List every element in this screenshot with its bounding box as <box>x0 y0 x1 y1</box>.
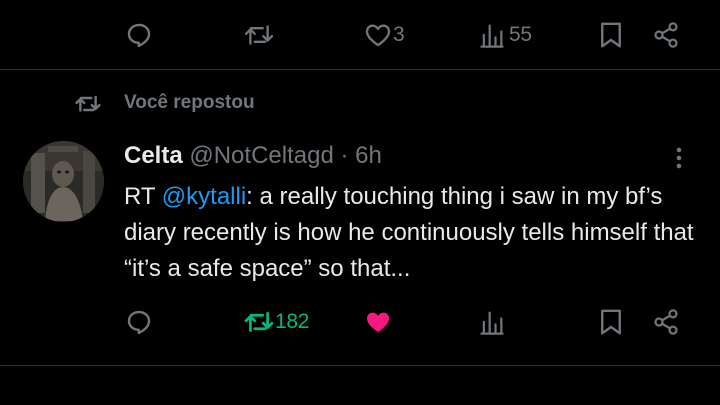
top-action-bar: 3 55 <box>0 0 720 70</box>
bookmark-icon <box>601 309 621 335</box>
views-icon <box>480 24 504 48</box>
repost-banner-icon <box>73 92 103 116</box>
tweet-time[interactable]: 6h <box>355 142 382 169</box>
reply-button[interactable] <box>124 20 154 50</box>
avatar[interactable] <box>23 141 104 222</box>
repost-count: 182 <box>275 310 310 333</box>
reply-icon <box>127 310 151 335</box>
bookmark-button[interactable] <box>598 307 624 337</box>
share-icon <box>654 22 678 48</box>
views-button[interactable] <box>479 21 505 49</box>
divider-top <box>0 69 720 70</box>
share-button[interactable] <box>652 20 680 50</box>
tweet-text: RT @kytalli: a really touching thing i s… <box>124 179 704 287</box>
tweet-action-bar: 182 <box>0 300 720 350</box>
header-separator: · <box>340 142 349 169</box>
repost-button[interactable] <box>243 20 275 50</box>
repost-banner-label: Você repostou <box>124 92 255 113</box>
share-icon <box>654 309 678 335</box>
tweet-text-prefix: RT <box>124 183 162 210</box>
bookmark-button[interactable] <box>598 20 624 50</box>
heart-icon <box>367 312 389 332</box>
divider-bottom <box>0 365 720 366</box>
reply-button[interactable] <box>124 307 154 337</box>
repost-icon <box>244 25 274 45</box>
bookmark-icon <box>601 22 621 48</box>
repost-icon <box>244 312 274 332</box>
share-button[interactable] <box>652 307 680 337</box>
heart-icon <box>365 24 391 47</box>
more-button[interactable] <box>670 143 688 173</box>
views-count: 55 <box>509 23 532 46</box>
views-icon <box>480 311 504 335</box>
repost-button[interactable] <box>243 307 275 337</box>
repost-icon <box>75 95 101 112</box>
mention-link[interactable]: @kytalli <box>162 183 246 210</box>
author-name[interactable]: Celta <box>124 142 183 169</box>
author-handle[interactable]: @NotCeltagd <box>189 142 333 169</box>
views-button[interactable] <box>479 308 505 336</box>
reply-icon <box>127 23 151 48</box>
like-button[interactable] <box>363 20 393 50</box>
like-button[interactable] <box>363 307 393 337</box>
like-count: 3 <box>393 23 405 46</box>
tweet-header: Celta @NotCeltagd · 6h <box>124 141 382 171</box>
more-icon <box>676 147 682 169</box>
